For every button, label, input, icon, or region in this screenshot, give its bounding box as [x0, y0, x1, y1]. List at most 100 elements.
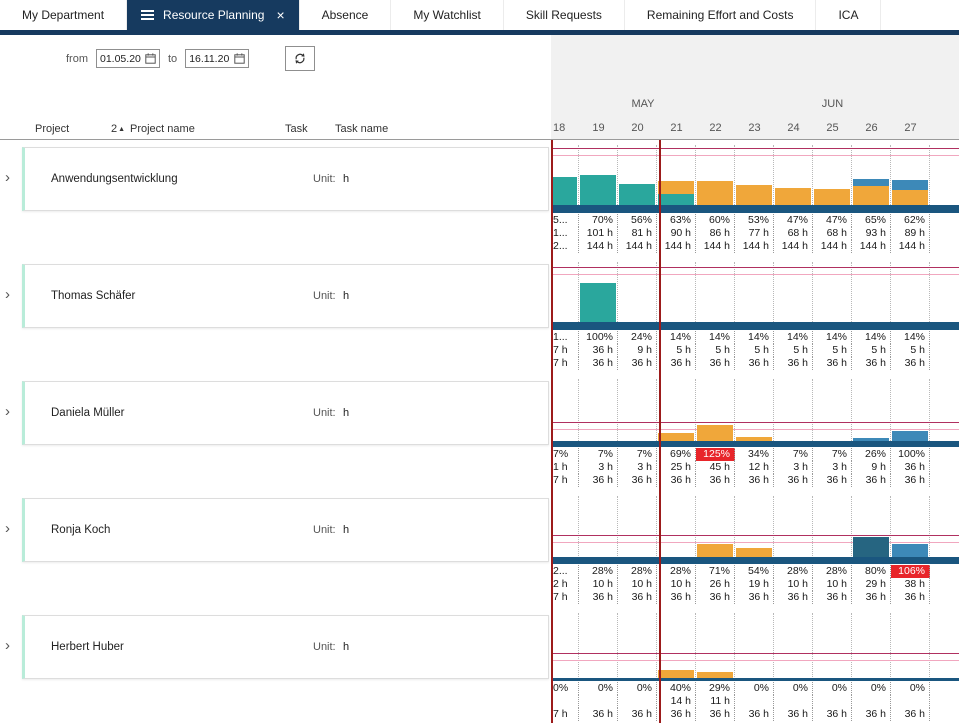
- sort-indicator[interactable]: 2▲: [111, 123, 125, 135]
- expand-chevron-icon[interactable]: ›: [5, 171, 10, 185]
- load-numbers: 2...28%28%28%71%54%28%28%80%106%2 h10 h1…: [551, 564, 959, 605]
- tab-label: Absence: [322, 8, 369, 22]
- week-gridline: [852, 379, 891, 447]
- capacity-hours-cell: 36 h: [852, 591, 891, 604]
- col-header-task-name[interactable]: Task name: [335, 123, 388, 135]
- capacity-hours-cell: 36 h: [657, 474, 696, 487]
- col-header-task[interactable]: Task: [285, 123, 308, 135]
- expand-chevron-icon[interactable]: ›: [5, 522, 10, 536]
- load-percent-cell: 7%: [551, 448, 579, 461]
- to-date-input[interactable]: 16.11.20: [185, 49, 249, 68]
- load-bar: [736, 548, 772, 557]
- capacity-hours-cell: 36 h: [852, 474, 891, 487]
- week-label: 25: [813, 117, 852, 140]
- close-icon[interactable]: ×: [276, 8, 284, 22]
- capacity-hours-cell: 36 h: [579, 474, 618, 487]
- load-percent-cell: 14%: [774, 331, 813, 344]
- orange-bar-segment: [697, 544, 733, 557]
- resource-card[interactable]: Herbert HuberUnit:h: [22, 615, 549, 679]
- load-percent-cell: 106%: [891, 565, 930, 578]
- capacity-hours-cell: 36 h: [618, 708, 657, 721]
- tab-absence[interactable]: Absence: [300, 0, 392, 30]
- col-header-project[interactable]: Project: [35, 123, 69, 135]
- load-percent-cell: 47%: [774, 214, 813, 227]
- load-chart: [551, 262, 959, 330]
- load-percent-cells-row: 2...28%28%28%71%54%28%28%80%106%: [551, 565, 959, 578]
- resource-planning-app: My DepartmentResource Planning× Absence My…: [0, 0, 959, 723]
- capacity-hours-cell: 36 h: [774, 708, 813, 721]
- unit-label: Unit:: [313, 407, 336, 419]
- week-filler: [930, 117, 959, 140]
- resource-card[interactable]: Daniela MüllerUnit:h: [22, 381, 549, 445]
- resource-card[interactable]: Thomas SchäferUnit:h: [22, 264, 549, 328]
- timeline-header: MAYJUN 18192021222324252627: [551, 35, 959, 140]
- timeline-row: 0%0%0%40%29%0%0%0%0%0%14 h11 h7 h36 h36 …: [551, 613, 959, 723]
- load-bar: [736, 185, 772, 205]
- week-label: 24: [774, 117, 813, 140]
- planned-hours-cell: 3 h: [813, 461, 852, 474]
- expand-chevron-icon[interactable]: ›: [5, 288, 10, 302]
- resource-name: Daniela Müller: [51, 407, 125, 419]
- load-percent-cell: 0%: [774, 682, 813, 695]
- planned-hours-cells-row: 14 h11 h: [551, 695, 959, 708]
- capacity-line: [551, 148, 959, 149]
- planned-hours-cell: 1 h: [551, 461, 579, 474]
- resource-card[interactable]: Ronja KochUnit:h: [22, 498, 549, 562]
- tab-skill-requests[interactable]: Skill Requests: [504, 0, 625, 30]
- tab-bar: My DepartmentResource Planning× Absence My…: [0, 0, 959, 30]
- tab-ica[interactable]: ICA: [816, 0, 881, 30]
- number-filler: [930, 448, 959, 461]
- load-percent-cell: 0%: [551, 682, 579, 695]
- planned-hours-cell: 3 h: [774, 461, 813, 474]
- tab-my-department[interactable]: My Department: [0, 0, 127, 30]
- calendar-icon[interactable]: [234, 53, 245, 64]
- tab-resource-planning[interactable]: Resource Planning×: [127, 0, 300, 30]
- week-gridline: [891, 262, 930, 330]
- load-percent-cell: 14%: [657, 331, 696, 344]
- capacity-hours-cell: 36 h: [579, 708, 618, 721]
- resource-card[interactable]: AnwendungsentwicklungUnit:h: [22, 147, 549, 211]
- week-label: 21: [657, 117, 696, 140]
- tab-label: ICA: [838, 8, 858, 22]
- to-label: to: [168, 53, 177, 65]
- load-percent-cell: 7%: [618, 448, 657, 461]
- load-numbers: 0%0%0%40%29%0%0%0%0%0%14 h11 h7 h36 h36 …: [551, 681, 959, 722]
- resource-row: › Thomas SchäferUnit:h: [0, 262, 551, 379]
- orange-bar-segment: [892, 190, 928, 205]
- load-bar: [892, 431, 928, 441]
- planned-hours-cell: 36 h: [891, 461, 930, 474]
- teal-bar-segment: [619, 184, 655, 205]
- week-gridline: [735, 262, 774, 330]
- teal-bar-segment: [658, 194, 694, 205]
- week-label: 27: [891, 117, 930, 140]
- menu-icon[interactable]: [141, 10, 154, 20]
- capacity-hours-cell: 36 h: [735, 474, 774, 487]
- expand-chevron-icon[interactable]: ›: [5, 639, 10, 653]
- load-numbers: 5...70%56%63%60%53%47%47%65%62%1...101 h…: [551, 213, 959, 254]
- refresh-button[interactable]: [285, 46, 315, 71]
- capacity-hours-cell: 36 h: [735, 708, 774, 721]
- col-header-project-name[interactable]: Project name: [130, 123, 195, 135]
- planned-hours-cell: 5 h: [891, 344, 930, 357]
- capacity-hours-cell: 36 h: [891, 474, 930, 487]
- tab-remaining-effort-and-costs[interactable]: Remaining Effort and Costs: [625, 0, 817, 30]
- week-gridline: [813, 262, 852, 330]
- resource-row: › Ronja KochUnit:h: [0, 496, 551, 613]
- planned-hours-cell: [579, 695, 618, 708]
- week-gridline: [579, 496, 618, 564]
- expand-chevron-icon[interactable]: ›: [5, 405, 10, 419]
- load-percent-cell: 62%: [891, 214, 930, 227]
- week-gridline: [551, 379, 579, 447]
- load-percent-cell: 100%: [891, 448, 930, 461]
- load-percent-cell: 60%: [696, 214, 735, 227]
- load-bar: [853, 537, 889, 557]
- from-date-input[interactable]: 01.05.20: [96, 49, 160, 68]
- number-filler: [930, 331, 959, 344]
- calendar-icon[interactable]: [145, 53, 156, 64]
- orange-bar-segment: [697, 425, 733, 441]
- load-chart: [551, 613, 959, 681]
- sort-asc-icon: ▲: [118, 126, 125, 133]
- capacity-hours-cell: 36 h: [813, 357, 852, 370]
- tab-my-watchlist[interactable]: My Watchlist: [391, 0, 504, 30]
- capacity-hours-cell: 144 h: [774, 240, 813, 253]
